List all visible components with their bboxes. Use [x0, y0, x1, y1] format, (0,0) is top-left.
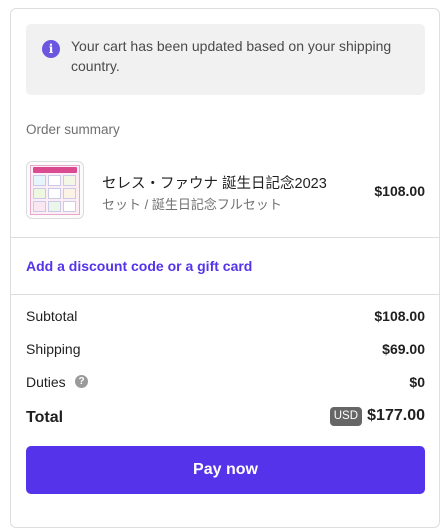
question-circle-icon[interactable]: ? — [75, 375, 88, 388]
discount-code-link[interactable]: Add a discount code or a gift card — [26, 258, 252, 274]
duties-value: $0 — [409, 374, 425, 390]
subtotal-label: Subtotal — [26, 308, 78, 324]
product-image-panel — [33, 175, 46, 186]
subtotal-row: Subtotal $108.00 — [26, 308, 425, 328]
product-image-panel — [48, 201, 61, 212]
order-summary-heading: Order summary — [26, 122, 120, 137]
pay-now-button[interactable]: Pay now — [26, 446, 425, 494]
info-icon: i — [42, 40, 60, 58]
product-image — [30, 165, 80, 215]
product-price: $108.00 — [374, 183, 425, 199]
currency-badge: USD — [329, 407, 362, 426]
shipping-update-notice: i Your cart has been updated based on yo… — [26, 24, 425, 95]
shipping-value: $69.00 — [382, 341, 425, 357]
product-image-panel — [63, 201, 76, 212]
product-image-panel — [33, 188, 46, 199]
product-name: セレス・ファウナ 誕生日記念2023 — [102, 176, 327, 192]
duties-row: Duties ? $0 — [26, 374, 425, 394]
divider — [11, 237, 439, 238]
product-variant: セット / 誕生日記念フルセット — [102, 197, 282, 212]
subtotal-value: $108.00 — [374, 308, 425, 324]
product-image-banner — [33, 167, 77, 173]
product-image-panel — [33, 201, 46, 212]
product-image-panel — [48, 175, 61, 186]
notice-text: Your cart has been updated based on your… — [71, 38, 392, 74]
order-summary-panel: i Your cart has been updated based on yo… — [10, 8, 440, 528]
total-row: Total USD $177.00 — [26, 407, 425, 431]
total-label: Total — [26, 409, 64, 426]
shipping-label: Shipping — [26, 341, 81, 357]
product-image-panel — [63, 188, 76, 199]
duties-label: Duties — [26, 374, 66, 390]
cart-line-item: セレス・ファウナ 誕生日記念2023 セット / 誕生日記念フルセット $108… — [26, 161, 425, 221]
product-image-panel — [48, 188, 61, 199]
product-thumbnail — [26, 161, 84, 219]
product-image-panel — [63, 175, 76, 186]
divider — [11, 294, 439, 295]
shipping-row: Shipping $69.00 — [26, 341, 425, 361]
total-value: $177.00 — [367, 407, 425, 424]
